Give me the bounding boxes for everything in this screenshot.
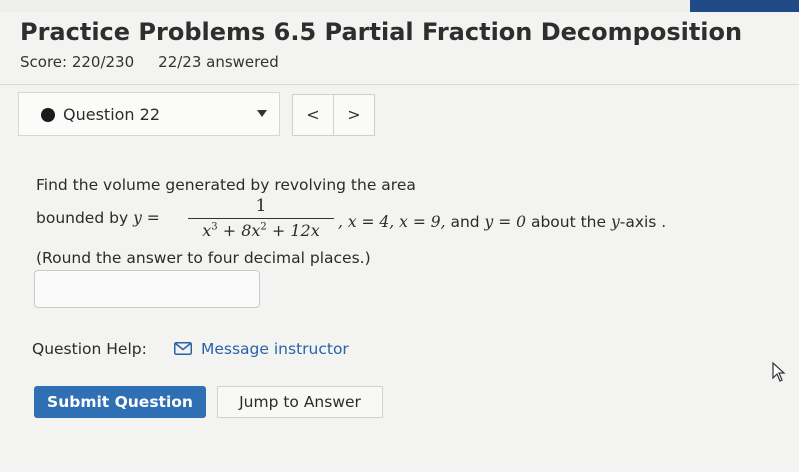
previous-question-button[interactable]: < — [292, 94, 334, 136]
problem-bounded-by: bounded by — [36, 209, 134, 227]
jump-to-answer-button[interactable]: Jump to Answer — [217, 386, 383, 418]
problem-line-2: bounded by y = — [36, 209, 160, 227]
answered-count: 22/23 answered — [158, 53, 279, 71]
submit-question-button[interactable]: Submit Question — [34, 386, 206, 418]
top-bar — [0, 0, 799, 12]
problem-line-3: (Round the answer to four decimal places… — [36, 249, 371, 267]
page-title: Practice Problems 6.5 Partial Fraction D… — [20, 18, 743, 46]
top-bar-light — [0, 0, 690, 12]
bounds-math: , x = 4, x = 9, — [338, 213, 446, 231]
question-help-label: Question Help: — [32, 340, 147, 358]
fraction: 1 x3 + 8x2 + 12x — [186, 196, 336, 240]
fraction-numerator: 1 — [255, 196, 267, 216]
caret-down-icon — [257, 110, 267, 117]
answer-input[interactable] — [34, 270, 260, 308]
header-divider — [0, 84, 799, 85]
question-select-label: Question 22 — [63, 105, 161, 124]
fraction-denominator: x3 + 8x2 + 12x — [202, 221, 320, 240]
score-line: Score: 220/230 22/23 answered — [20, 53, 279, 71]
math-y-equals: y — [133, 209, 142, 227]
problem-line-1: Find the volume generated by revolving t… — [36, 176, 416, 194]
next-question-button[interactable]: > — [333, 94, 375, 136]
y-equals-zero: y = 0 — [484, 213, 527, 231]
message-instructor-link[interactable]: Message instructor — [201, 340, 349, 358]
question-select[interactable]: Question 22 — [18, 92, 280, 136]
score-text: Score: 220/230 — [20, 53, 135, 71]
problem-bounds: , x = 4, x = 9, and y = 0 about the y-ax… — [338, 213, 667, 231]
question-status-dot-icon — [41, 108, 55, 122]
axis-variable: y — [610, 213, 620, 231]
envelope-icon[interactable] — [174, 342, 192, 355]
mouse-cursor-icon — [772, 362, 786, 382]
